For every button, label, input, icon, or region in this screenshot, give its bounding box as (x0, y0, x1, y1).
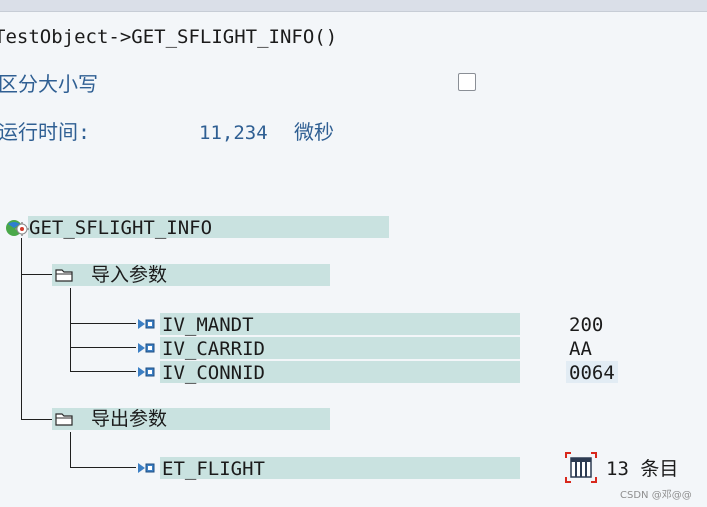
tree-line (70, 371, 136, 372)
tree-line (70, 347, 136, 348)
export-param-icon (138, 463, 155, 473)
param-value: 200 (569, 314, 604, 336)
watermark: CSDN @邓@@ (620, 490, 692, 501)
param-name: ET_FLIGHT (162, 458, 265, 480)
import-param-icon (138, 367, 155, 377)
import-param-icon (138, 343, 155, 353)
method-gear-icon (6, 220, 29, 236)
runtime-value: 11,234 (199, 122, 268, 144)
runtime-unit: 微秒 (294, 120, 334, 144)
import-params-label: 导入参数 (91, 264, 168, 286)
tree-line (70, 288, 71, 371)
case-sensitive-checkbox[interactable] (458, 73, 476, 91)
param-name: IV_MANDT (162, 314, 254, 336)
case-sensitive-label: 区分大小写 (0, 72, 98, 96)
runtime-label: 运行时间: (0, 120, 91, 144)
export-params-label: 导出参数 (91, 408, 168, 430)
folder-icon (55, 269, 73, 282)
param-name: IV_CARRID (162, 338, 265, 360)
tree-line (21, 238, 22, 419)
param-value: AA (569, 338, 592, 360)
param-name: IV_CONNID (162, 362, 265, 384)
param-value: 0064 (569, 362, 615, 384)
import-param-icon (138, 319, 155, 329)
tree-line (70, 467, 136, 468)
page-title: TestObject->GET_SFLIGHT_INFO() (0, 26, 338, 48)
top-bar (0, 0, 707, 12)
table-icon[interactable] (564, 451, 598, 484)
tree-line (21, 274, 52, 275)
tree-root-label: GET_SFLIGHT_INFO (29, 217, 213, 239)
tree-line (70, 323, 136, 324)
folder-icon (55, 413, 73, 426)
tree-line (70, 432, 71, 468)
table-entry-count[interactable]: 13 条目 (606, 458, 678, 480)
tree-line (21, 419, 52, 420)
